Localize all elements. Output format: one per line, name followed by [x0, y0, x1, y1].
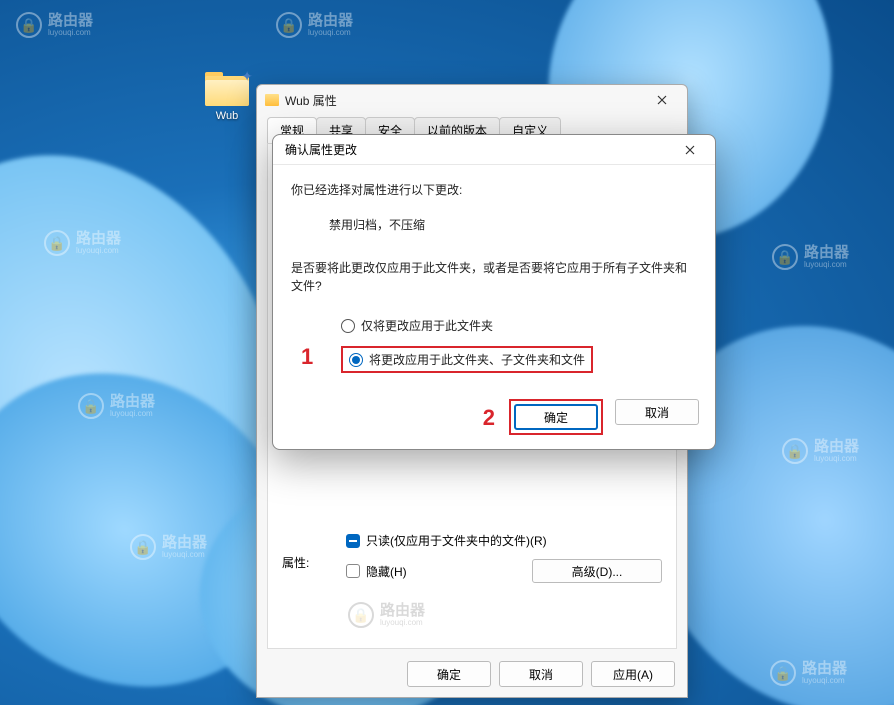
annotation-2: 2 [483, 405, 495, 431]
confirm-ok-button[interactable]: 确定 [514, 404, 598, 430]
readonly-checkbox[interactable] [346, 534, 360, 548]
titlebar: Wub 属性 [257, 85, 687, 115]
folder-icon [265, 94, 279, 106]
confirm-cancel-button[interactable]: 取消 [615, 399, 699, 425]
close-icon [685, 145, 695, 155]
readonly-label: 只读(仅应用于文件夹中的文件)(R) [366, 532, 547, 549]
radio-all-subfolders[interactable]: 将更改应用于此文件夹、子文件夹和文件 [349, 351, 585, 368]
apply-button[interactable]: 应用(A) [591, 661, 675, 687]
hidden-label: 隐藏(H) [366, 563, 407, 580]
dialog-buttons: 确定 取消 应用(A) [407, 661, 675, 687]
dialog-title: Wub 属性 [285, 92, 641, 109]
confirm-message-1: 你已经选择对属性进行以下更改: [291, 181, 697, 198]
confirm-change-text: 禁用归档，不压缩 [329, 216, 697, 233]
ok-button[interactable]: 确定 [407, 661, 491, 687]
folder-icon: ✦ [205, 72, 249, 106]
desktop-folder-wub[interactable]: ✦ Wub [195, 72, 259, 122]
confirm-close-button[interactable] [669, 136, 711, 164]
gear-icon: ✦ [241, 68, 253, 85]
cancel-button[interactable]: 取消 [499, 661, 583, 687]
annotation-1: 1 [301, 344, 313, 370]
close-button[interactable] [641, 86, 683, 114]
close-icon [657, 95, 667, 105]
advanced-button[interactable]: 高级(D)... [532, 559, 662, 583]
radio-icon [341, 319, 355, 333]
highlight-ok: 确定 [509, 399, 603, 435]
confirm-title: 确认属性更改 [285, 141, 669, 158]
confirm-dialog: 确认属性更改 你已经选择对属性进行以下更改: 禁用归档，不压缩 是否要将此更改仅… [272, 134, 716, 450]
hidden-checkbox[interactable] [346, 564, 360, 578]
radio-label-2: 将更改应用于此文件夹、子文件夹和文件 [369, 351, 585, 368]
confirm-titlebar: 确认属性更改 [273, 135, 715, 165]
radio-icon [349, 353, 363, 367]
desktop-folder-label: Wub [195, 110, 259, 122]
radio-label-1: 仅将更改应用于此文件夹 [361, 317, 493, 334]
attributes-label: 属性: [282, 554, 346, 571]
highlight-radio-2: 将更改应用于此文件夹、子文件夹和文件 [341, 346, 593, 373]
confirm-message-2: 是否要将此更改仅应用于此文件夹，或者是否要将它应用于所有子文件夹和文件? [291, 259, 697, 295]
radio-this-folder-only[interactable]: 仅将更改应用于此文件夹 [341, 317, 697, 334]
